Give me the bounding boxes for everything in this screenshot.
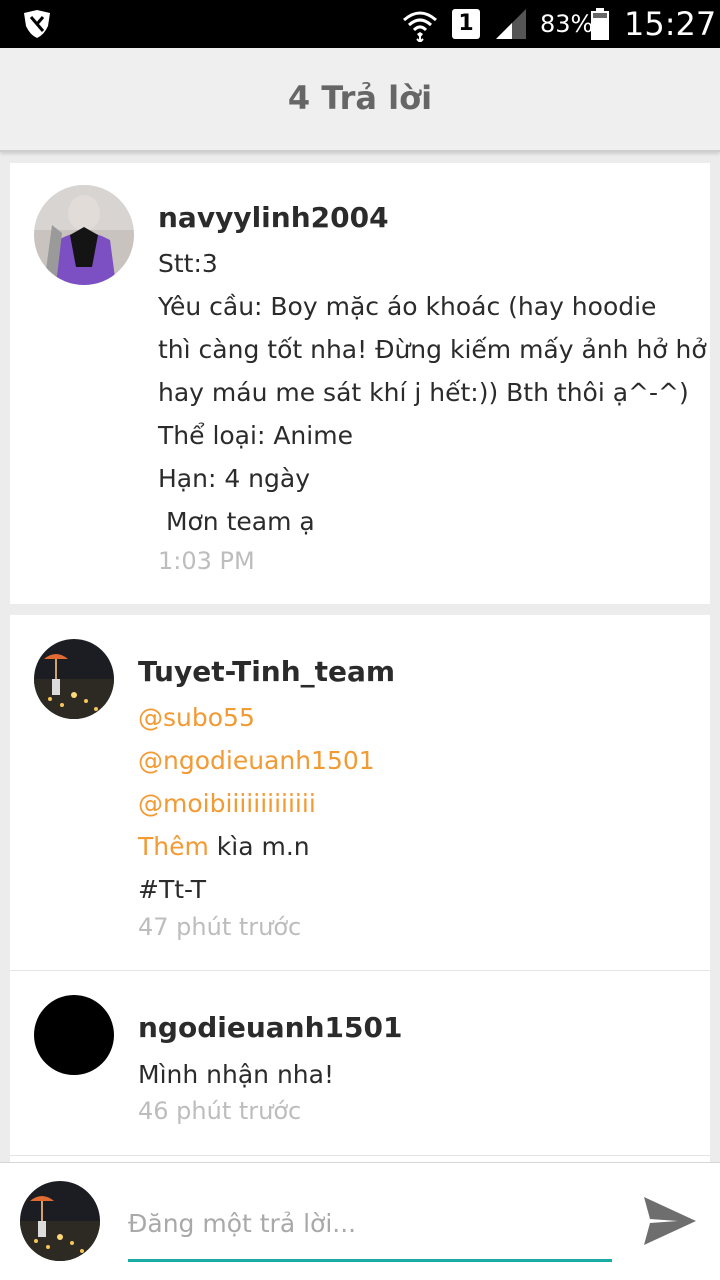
post-line: thì càng tốt nha! Đừng kiếm mấy ảnh hở h… — [158, 335, 707, 364]
reply-timestamp: 46 phút trước — [138, 1097, 302, 1125]
avatar[interactable] — [34, 995, 114, 1075]
battery-percent: 83% — [540, 10, 594, 38]
avatar[interactable] — [34, 639, 114, 719]
divider — [10, 1155, 710, 1156]
avatar — [20, 1181, 100, 1261]
reply-text: Mình nhận nha! — [138, 1060, 334, 1089]
send-button[interactable] — [640, 1193, 700, 1249]
battery-icon — [590, 8, 610, 44]
post-username[interactable]: navyylinh2004 — [158, 201, 389, 234]
avatar[interactable] — [34, 185, 134, 285]
reply-input[interactable] — [128, 1201, 612, 1245]
divider — [10, 970, 710, 971]
reply-line: Thêm kìa m.n — [138, 832, 310, 861]
page-title: 4 Trả lời — [287, 79, 433, 117]
original-post-card: navyylinh2004 Stt:3 Yêu cầu: Boy mặc áo … — [10, 163, 710, 604]
wifi-icon — [402, 8, 438, 46]
post-line: Yêu cầu: Boy mặc áo khoác (hay hoodie — [158, 292, 657, 321]
post-line: hay máu me sát khí j hết:)) Bth thôi ạ^-… — [158, 378, 689, 407]
mention-link[interactable]: @ngodieuanh1501 — [138, 746, 375, 775]
mention-link[interactable]: @subo55 — [138, 703, 255, 732]
reply-line-text: kìa m.n — [208, 832, 310, 861]
status-time: 15:27 — [624, 5, 717, 43]
sim-slot-badge: 1 — [452, 9, 480, 39]
input-underline — [128, 1259, 612, 1262]
post-line: Hạn: 4 ngày — [158, 464, 311, 493]
mention-link[interactable]: @moibiiiiiiiiiiiii — [138, 789, 316, 818]
shield-icon — [22, 9, 52, 43]
replies-card: Tuyet-Tinh_team @subo55 @ngodieuanh1501 … — [10, 615, 710, 1163]
reply-timestamp: 47 phút trước — [138, 913, 302, 941]
status-bar: 1 83% 15:27 — [0, 0, 720, 48]
reply-username[interactable]: ngodieuanh1501 — [138, 1011, 402, 1044]
more-link[interactable]: Thêm — [138, 832, 209, 861]
send-icon — [640, 1197, 700, 1253]
header: 4 Trả lời — [0, 48, 720, 152]
signal-icon — [494, 9, 528, 43]
reply-tag: #Tt-T — [138, 875, 207, 904]
post-line: Mơn team ạ — [158, 507, 315, 536]
reply-username[interactable]: Tuyet-Tinh_team — [138, 655, 395, 688]
post-timestamp: 1:03 PM — [158, 547, 255, 575]
post-line: Stt:3 — [158, 249, 218, 278]
post-line: Thể loại: Anime — [158, 421, 353, 450]
compose-bar — [0, 1162, 720, 1280]
